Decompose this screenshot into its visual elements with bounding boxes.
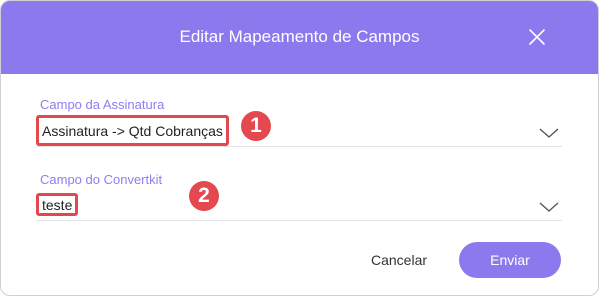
annotation-badge-2: 2 xyxy=(189,181,219,211)
edit-field-mapping-dialog: Editar Mapeamento de Campos Campo da Ass… xyxy=(0,0,599,296)
chevron-down-icon[interactable] xyxy=(538,200,560,214)
subscription-field-label: Campo da Assinatura xyxy=(40,97,165,112)
subscription-field-underline xyxy=(36,146,562,147)
subscription-field-select[interactable]: Campo da Assinatura Assinatura -> Qtd Co… xyxy=(36,97,562,149)
chevron-down-icon[interactable] xyxy=(538,126,560,140)
subscription-field-value[interactable]: Assinatura -> Qtd Cobranças xyxy=(36,115,229,146)
cancel-button[interactable]: Cancelar xyxy=(359,243,439,277)
convertkit-field-value-text: teste xyxy=(42,196,73,213)
convertkit-field-underline xyxy=(36,220,562,221)
convertkit-field-label: Campo do Convertkit xyxy=(40,172,163,187)
submit-button[interactable]: Enviar xyxy=(459,242,561,278)
close-icon[interactable] xyxy=(523,23,551,51)
dialog-header: Editar Mapeamento de Campos xyxy=(1,1,598,74)
annotation-badge-1: 1 xyxy=(241,111,271,141)
subscription-field-value-text: Assinatura -> Qtd Cobranças xyxy=(42,122,223,139)
convertkit-field-select[interactable]: Campo do Convertkit teste xyxy=(36,172,562,224)
dialog-title: Editar Mapeamento de Campos xyxy=(179,27,420,46)
convertkit-field-value[interactable]: teste xyxy=(36,193,79,216)
